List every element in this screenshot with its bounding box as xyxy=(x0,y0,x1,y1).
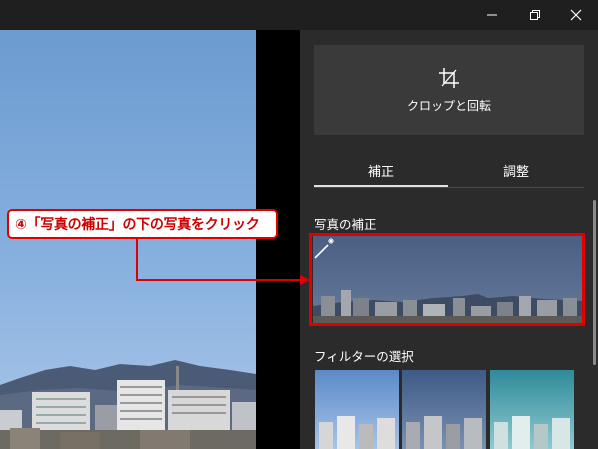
filter-thumbnail[interactable] xyxy=(402,370,486,449)
tab-divider xyxy=(314,187,584,188)
canvas-gap xyxy=(256,30,300,449)
title-bar xyxy=(0,0,598,30)
filter-thumbnail[interactable] xyxy=(315,370,399,449)
restore-icon xyxy=(530,10,540,20)
annotation-callout: ④「写真の補正」の下の写真をクリック xyxy=(7,209,278,239)
filter-thumbnail[interactable] xyxy=(490,370,574,449)
crop-icon xyxy=(439,67,459,88)
minimize-icon xyxy=(487,14,497,16)
crop-rotate-label: クロップと回転 xyxy=(406,98,491,113)
enhance-section-title: 写真の補正 xyxy=(314,217,377,232)
photo-canvas xyxy=(0,30,256,449)
close-icon xyxy=(570,9,582,21)
tab-selected-indicator xyxy=(314,185,448,187)
filter-thumbnail-image xyxy=(319,416,395,449)
crop-rotate-button[interactable]: クロップと回転 xyxy=(314,45,584,135)
panel-scrollbar[interactable] xyxy=(593,200,596,365)
tab-enhance[interactable]: 補正 xyxy=(314,152,448,188)
tab-adjust[interactable]: 調整 xyxy=(448,152,584,188)
target-highlight-box xyxy=(309,233,585,326)
cityscape-photo xyxy=(0,360,256,449)
filter-thumbnail-image xyxy=(406,416,482,449)
filter-thumbnail-image xyxy=(494,416,570,449)
restore-button[interactable] xyxy=(515,0,555,30)
minimize-button[interactable] xyxy=(472,0,512,30)
tab-enhance-label: 補正 xyxy=(367,164,394,180)
close-button[interactable] xyxy=(556,0,596,30)
tab-adjust-label: 調整 xyxy=(502,164,529,180)
filter-section-title: フィルターの選択 xyxy=(314,349,414,364)
